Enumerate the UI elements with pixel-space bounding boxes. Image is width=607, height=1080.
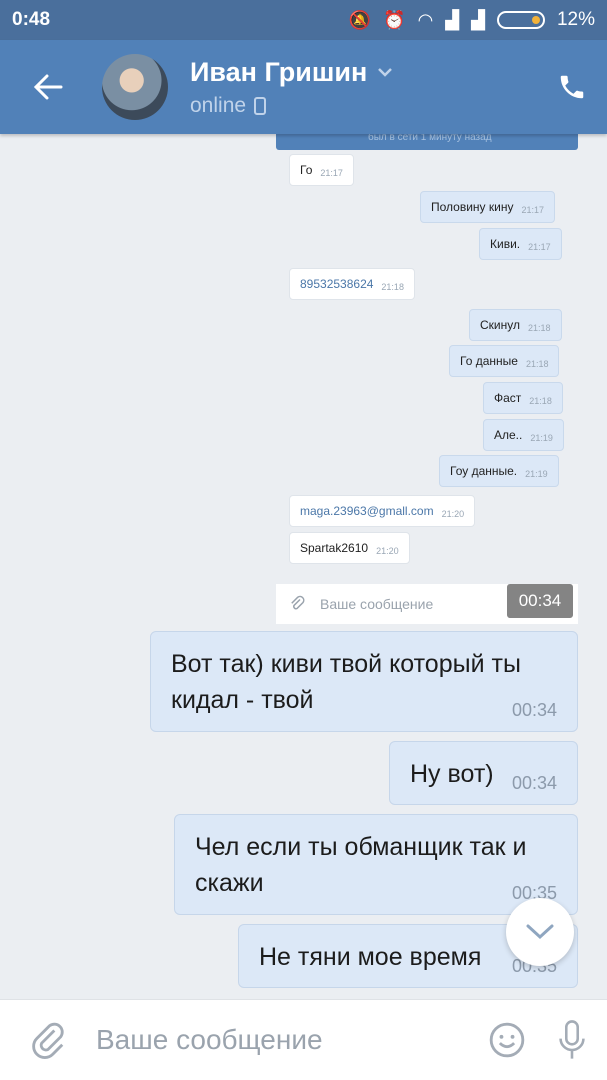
avatar[interactable] bbox=[102, 54, 168, 120]
embedded-message: Але.. 21:19 bbox=[483, 419, 564, 451]
status-bar: 0:48 🔕 ⏰ ◠ ▟ ▟ 12% bbox=[0, 0, 607, 40]
wifi-icon: ◠ bbox=[417, 9, 434, 30]
chevron-down-icon bbox=[526, 924, 554, 940]
peer-status: online bbox=[190, 93, 247, 117]
message-bubble[interactable]: Чел если ты обманщик так и скажи 00:35 bbox=[174, 814, 578, 915]
embedded-message-text: Го данные bbox=[460, 354, 518, 368]
smile-icon bbox=[489, 1022, 525, 1058]
message-bubble[interactable]: Вот так) киви твой который ты кидал - тв… bbox=[150, 631, 578, 732]
embedded-message-time: 21:19 bbox=[530, 433, 553, 443]
embedded-message: Фаст 21:18 bbox=[483, 382, 563, 414]
embedded-message-text: Spartak2610 bbox=[300, 541, 369, 555]
embedded-message-text: maga.23963@gmall.com bbox=[300, 504, 434, 518]
embedded-message: Половину кину 21:17 bbox=[420, 191, 555, 223]
message-bubble[interactable]: Ну вот) 00:34 bbox=[389, 741, 578, 805]
embedded-message-text: Половину кину bbox=[431, 200, 514, 214]
message-text: Вот так) киви твой который ты кидал - тв… bbox=[171, 650, 521, 714]
microphone-icon bbox=[559, 1020, 585, 1059]
embedded-message: Киви. 21:17 bbox=[479, 228, 562, 260]
signal-icon: ▟ bbox=[445, 9, 460, 30]
embedded-message-time: 21:18 bbox=[525, 359, 549, 369]
message-time: 00:34 bbox=[511, 700, 557, 720]
embedded-message-time: 21:17 bbox=[521, 205, 544, 215]
peer-name-row: Иван Гришин bbox=[190, 57, 537, 88]
status-time: 0:48 bbox=[12, 9, 51, 30]
embedded-header: был в сети 1 минуту назад bbox=[276, 134, 578, 150]
embedded-message-time: 21:17 bbox=[320, 168, 343, 178]
peer-info[interactable]: Иван Гришин online bbox=[190, 57, 537, 118]
paperclip-icon bbox=[291, 595, 305, 610]
status-icons: 🔕 ⏰ ◠ ▟ ▟ 12% bbox=[349, 9, 595, 31]
embedded-screenshot: был в сети 1 минуту назад Го 21:17 Полови… bbox=[0, 134, 607, 624]
embedded-message-time: 21:18 bbox=[529, 396, 552, 406]
embedded-header-text: был в сети 1 минуту назад bbox=[368, 134, 492, 143]
scroll-down-button[interactable] bbox=[506, 898, 574, 966]
embedded-message: Гоу данные. 21:19 bbox=[439, 455, 559, 487]
mute-icon: 🔕 bbox=[348, 9, 372, 30]
battery-percent: 12% bbox=[556, 9, 595, 30]
embedded-message-time: 21:17 bbox=[528, 242, 551, 252]
call-button[interactable] bbox=[537, 40, 607, 134]
embedded-message-time: 21:18 bbox=[527, 323, 551, 333]
embedded-message-time: 21:20 bbox=[376, 546, 399, 556]
embedded-message-text: Гоу данные. bbox=[450, 464, 518, 478]
voice-message-button[interactable] bbox=[537, 1020, 607, 1060]
phone-icon bbox=[560, 75, 584, 99]
mobile-icon bbox=[254, 96, 267, 115]
embedded-message: Скинул 21:18 bbox=[469, 309, 562, 341]
embedded-message-text: Го bbox=[300, 163, 313, 177]
attach-button[interactable] bbox=[0, 1021, 96, 1059]
embedded-message-text: Киви. bbox=[490, 237, 521, 251]
embedded-message: Го данные 21:18 bbox=[449, 345, 560, 377]
peer-name: Иван Гришин bbox=[190, 56, 368, 87]
emoji-button[interactable] bbox=[477, 1021, 537, 1059]
embedded-message-time: 21:18 bbox=[381, 282, 404, 292]
battery-icon bbox=[496, 11, 545, 29]
back-button[interactable] bbox=[0, 40, 96, 134]
embedded-message-text: 89532538624 bbox=[300, 277, 374, 291]
embedded-message-text: Фаст bbox=[494, 391, 522, 405]
signal-icon-2: ▟ bbox=[471, 9, 485, 30]
embedded-message: Spartak2610 21:20 bbox=[289, 532, 410, 564]
alarm-icon: ⏰ bbox=[383, 9, 406, 30]
video-timestamp: 00:34 bbox=[507, 584, 573, 618]
peer-status-row: online bbox=[190, 94, 537, 118]
embedded-message-text: Але.. bbox=[494, 428, 523, 442]
back-arrow-icon bbox=[33, 74, 63, 100]
message-input[interactable]: Ваше сообщение bbox=[96, 1024, 477, 1056]
embedded-message: maga.23963@gmall.com 21:20 bbox=[289, 495, 476, 527]
embedded-message: Го 21:17 bbox=[289, 154, 354, 186]
message-text: Чел если ты обманщик так и скажи bbox=[195, 833, 527, 897]
embedded-input-placeholder: Ваше сообщение bbox=[320, 596, 434, 612]
embedded-message-text: Скинул bbox=[480, 318, 520, 332]
embedded-message: 89532538624 21:18 bbox=[289, 268, 415, 300]
paperclip-icon bbox=[32, 1022, 64, 1059]
message-time: 00:34 bbox=[511, 773, 557, 793]
chevron-down-icon bbox=[378, 68, 393, 77]
embedded-message-time: 21:20 bbox=[441, 509, 465, 519]
embedded-message-time: 21:19 bbox=[525, 469, 548, 479]
message-composer: Ваше сообщение bbox=[0, 999, 607, 1080]
chat-header: Иван Гришин online bbox=[0, 40, 607, 134]
